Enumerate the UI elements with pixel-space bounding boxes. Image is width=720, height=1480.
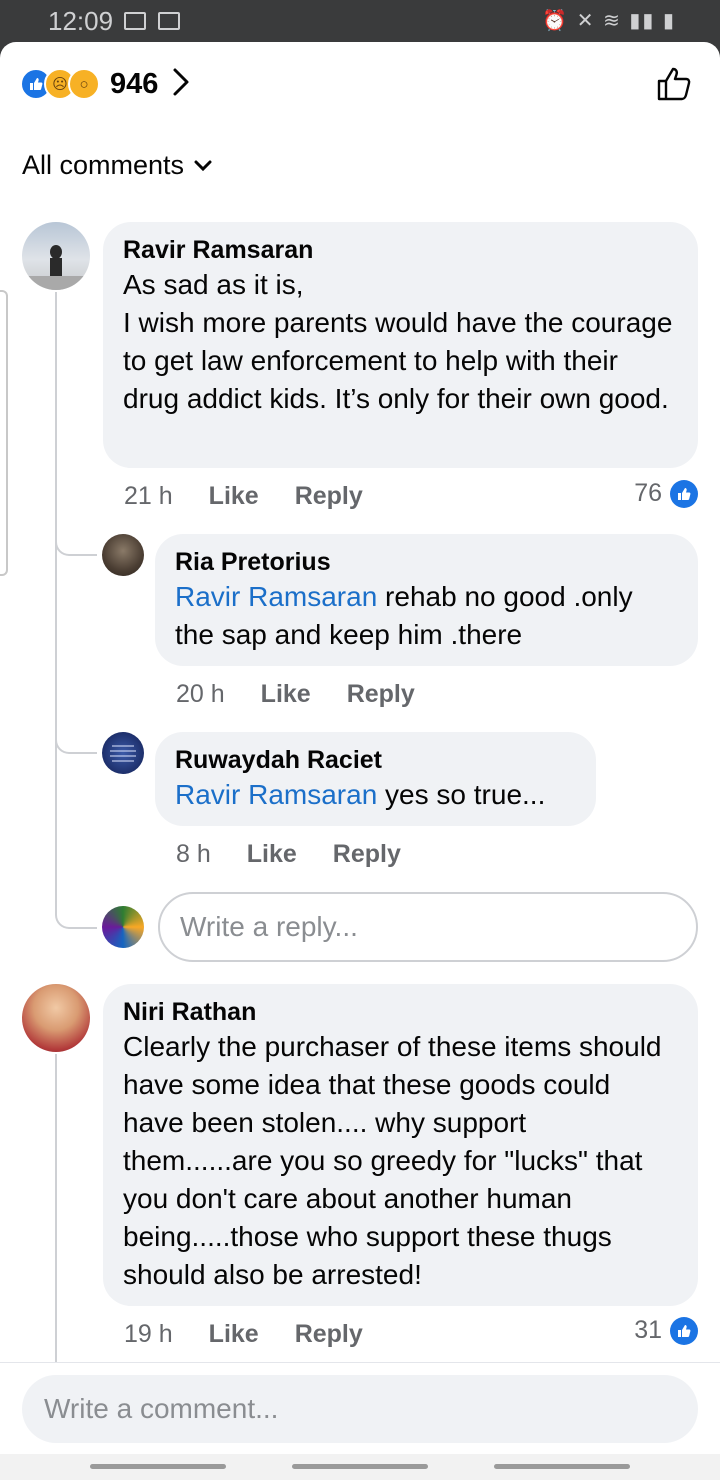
reply-bubble: Ria Pretorius Ravir Ramsaran rehab no go… — [155, 534, 698, 666]
back-button[interactable] — [494, 1464, 630, 1469]
recent-apps-button[interactable] — [90, 1464, 226, 1469]
comment-bubble: Ravir Ramsaran As sad as it is, I wish m… — [103, 222, 698, 468]
comment-input[interactable]: Write a comment... — [22, 1375, 698, 1443]
like-reaction-icon — [670, 479, 698, 508]
thumbs-up-outline-icon — [657, 67, 691, 101]
reply-actions: 20 h Like Reply — [176, 680, 415, 709]
avatar[interactable] — [22, 984, 90, 1052]
thread-connector — [55, 534, 97, 556]
mention-link[interactable]: Ravir Ramsaran — [175, 581, 377, 612]
current-user-avatar — [102, 906, 144, 948]
like-button[interactable]: Like — [209, 482, 259, 511]
reply-button[interactable]: Reply — [295, 1320, 363, 1349]
avatar[interactable] — [22, 222, 90, 290]
reply-button[interactable]: Reply — [333, 840, 401, 869]
comment-bubble: Niri Rathan Clearly the purchaser of the… — [103, 984, 698, 1306]
status-bar: 12:09 ⏰ ✕ ≋ ▮▮ ▮ — [0, 0, 720, 44]
gallery-notification-icon — [124, 12, 146, 30]
wow-reaction-icon: ○ — [68, 68, 100, 100]
like-count-value: 31 — [634, 1316, 662, 1344]
clock: 12:09 — [48, 6, 114, 36]
comment-like-count[interactable]: 31 — [634, 1316, 698, 1345]
chevron-right-icon — [172, 67, 190, 102]
like-reaction-icon — [670, 1316, 698, 1345]
thread-line — [55, 292, 57, 907]
reply-placeholder: Write a reply... — [180, 911, 358, 942]
comments-sheet: ☹ ○ 946 All comments Ravir Ramsaran As s… — [0, 42, 720, 1480]
comment-actions: 19 h Like Reply — [124, 1320, 363, 1349]
comment-timestamp[interactable]: 21 h — [124, 482, 173, 511]
reaction-count: 946 — [110, 67, 159, 100]
mention-link[interactable]: Ravir Ramsaran — [175, 779, 377, 810]
status-icons: ⏰ ✕ ≋ ▮▮ ▮ — [542, 10, 676, 32]
system-nav-bar — [0, 1454, 720, 1480]
reply-author[interactable]: Ria Pretorius — [175, 546, 678, 578]
thread-line — [55, 1054, 57, 1364]
cast-notification-icon — [158, 12, 180, 30]
comment-actions: 21 h Like Reply — [124, 482, 363, 511]
chevron-down-icon — [194, 160, 212, 171]
home-button[interactable] — [292, 1464, 428, 1469]
reactions-summary[interactable]: ☹ ○ 946 — [20, 68, 190, 100]
reply-timestamp[interactable]: 8 h — [176, 840, 211, 869]
reply-text: yes so true... — [377, 779, 546, 810]
reply-button[interactable]: Reply — [295, 482, 363, 511]
comment-author[interactable]: Ravir Ramsaran — [123, 234, 678, 266]
comment-author[interactable]: Niri Rathan — [123, 996, 678, 1028]
like-button[interactable]: Like — [261, 680, 311, 709]
reply-timestamp[interactable]: 20 h — [176, 680, 225, 709]
reply-actions: 8 h Like Reply — [176, 840, 401, 869]
filter-label: All comments — [22, 150, 185, 180]
avatar[interactable] — [102, 732, 144, 774]
reply-bubble: Ruwaydah Raciet Ravir Ramsaran yes so tr… — [155, 732, 596, 826]
reactions-header: ☹ ○ 946 — [0, 42, 720, 132]
like-count-value: 76 — [634, 479, 662, 507]
comment-text: As sad as it is, I wish more parents wou… — [123, 269, 673, 414]
comment-text: Clearly the purchaser of these items sho… — [123, 1031, 662, 1290]
comment-like-count[interactable]: 76 — [634, 479, 698, 508]
reply-author[interactable]: Ruwaydah Raciet — [175, 744, 576, 776]
comment-timestamp[interactable]: 19 h — [124, 1320, 173, 1349]
like-post-button[interactable] — [654, 64, 694, 104]
thread-connector — [55, 897, 97, 929]
reply-button[interactable]: Reply — [347, 680, 415, 709]
reply-input[interactable]: Write a reply... — [158, 892, 698, 962]
thread-connector — [55, 732, 97, 754]
comment-filter-dropdown[interactable]: All comments — [22, 150, 212, 181]
like-button[interactable]: Like — [247, 840, 297, 869]
avatar[interactable] — [102, 534, 144, 576]
comment-placeholder: Write a comment... — [44, 1393, 279, 1424]
page-edge-handle — [0, 290, 8, 576]
like-button[interactable]: Like — [209, 1320, 259, 1349]
